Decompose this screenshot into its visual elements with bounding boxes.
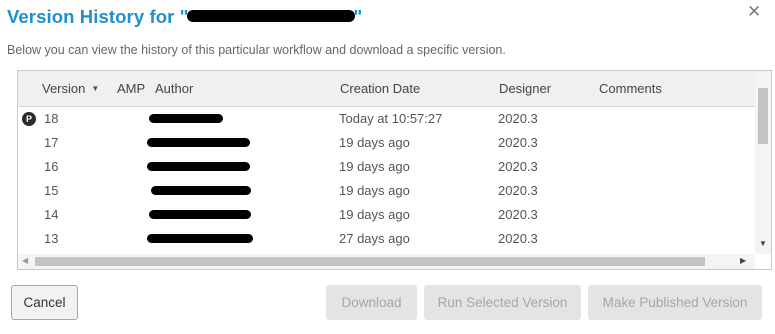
scroll-right-arrow-icon[interactable]: ▶ (740, 256, 746, 265)
creation-date-cell: 19 days ago (339, 159, 410, 174)
version-cell: 14 (44, 207, 59, 222)
dialog-title: Version History for " " (7, 6, 362, 28)
version-cell: 15 (44, 183, 59, 198)
dialog-subtitle: Below you can view the history of this p… (7, 43, 506, 57)
sort-descending-icon: ▼ (91, 84, 100, 93)
horizontal-scrollbar[interactable]: ◀ ▶ (18, 254, 755, 269)
vertical-scroll-thumb[interactable] (758, 88, 768, 144)
table-row[interactable]: P 18 Today at 10:57:27 2020.3 (18, 107, 753, 131)
creation-date-cell: 19 days ago (339, 135, 410, 150)
close-icon[interactable]: ✕ (747, 3, 761, 21)
designer-cell: 2020.3 (498, 231, 538, 246)
creation-date-cell: Today at 10:57:27 (339, 111, 443, 126)
designer-cell: 2020.3 (498, 207, 538, 222)
column-header-comments[interactable]: Comments (599, 81, 662, 96)
designer-cell: 2020.3 (498, 135, 538, 150)
designer-cell: 2020.3 (498, 183, 538, 198)
cancel-button[interactable]: Cancel (11, 285, 78, 320)
horizontal-scroll-thumb[interactable] (35, 257, 705, 266)
column-header-amp[interactable]: AMP (117, 81, 145, 96)
column-header-version[interactable]: Version ▼ (42, 81, 99, 96)
run-selected-version-button[interactable]: Run Selected Version (424, 285, 581, 320)
version-cell: 13 (44, 231, 59, 246)
version-table: Version ▼ AMP Author Creation Date Design… (17, 70, 772, 270)
make-published-version-button[interactable]: Make Published Version (588, 285, 762, 320)
creation-date-cell: 19 days ago (339, 183, 410, 198)
dialog-title-suffix: " (353, 6, 363, 27)
column-header-designer[interactable]: Designer (499, 81, 551, 96)
scroll-left-arrow-icon[interactable]: ◀ (22, 256, 28, 265)
table-header: Version ▼ AMP Author Creation Date Design… (18, 71, 771, 107)
version-cell: 18 (44, 111, 59, 126)
redacted-workflow-name (186, 10, 355, 23)
designer-cell: 2020.3 (498, 111, 538, 126)
table-row[interactable]: 16 19 days ago 2020.3 (18, 155, 753, 179)
version-cell: 16 (44, 159, 59, 174)
redacted-author (147, 162, 250, 171)
published-badge-icon: P (22, 112, 36, 126)
column-header-creation-date[interactable]: Creation Date (340, 81, 420, 96)
redacted-author (151, 186, 251, 195)
creation-date-cell: 19 days ago (339, 207, 410, 222)
redacted-author (147, 138, 250, 147)
scroll-down-arrow-icon[interactable]: ▼ (759, 239, 767, 248)
table-row[interactable]: 15 19 days ago 2020.3 (18, 179, 753, 203)
table-row[interactable]: 14 19 days ago 2020.3 (18, 203, 753, 227)
dialog-title-prefix: Version History for " (7, 6, 189, 27)
redacted-author (149, 210, 251, 219)
table-row[interactable]: 17 19 days ago 2020.3 (18, 131, 753, 155)
version-cell: 17 (44, 135, 59, 150)
creation-date-cell: 27 days ago (339, 231, 410, 246)
column-header-version-label: Version (42, 81, 86, 96)
column-header-author[interactable]: Author (155, 81, 193, 96)
redacted-author (147, 234, 253, 243)
download-button[interactable]: Download (326, 285, 417, 320)
designer-cell: 2020.3 (498, 159, 538, 174)
redacted-author (149, 114, 223, 123)
vertical-scrollbar[interactable]: ▼ (755, 71, 771, 254)
table-row[interactable]: 13 27 days ago 2020.3 (18, 227, 753, 251)
